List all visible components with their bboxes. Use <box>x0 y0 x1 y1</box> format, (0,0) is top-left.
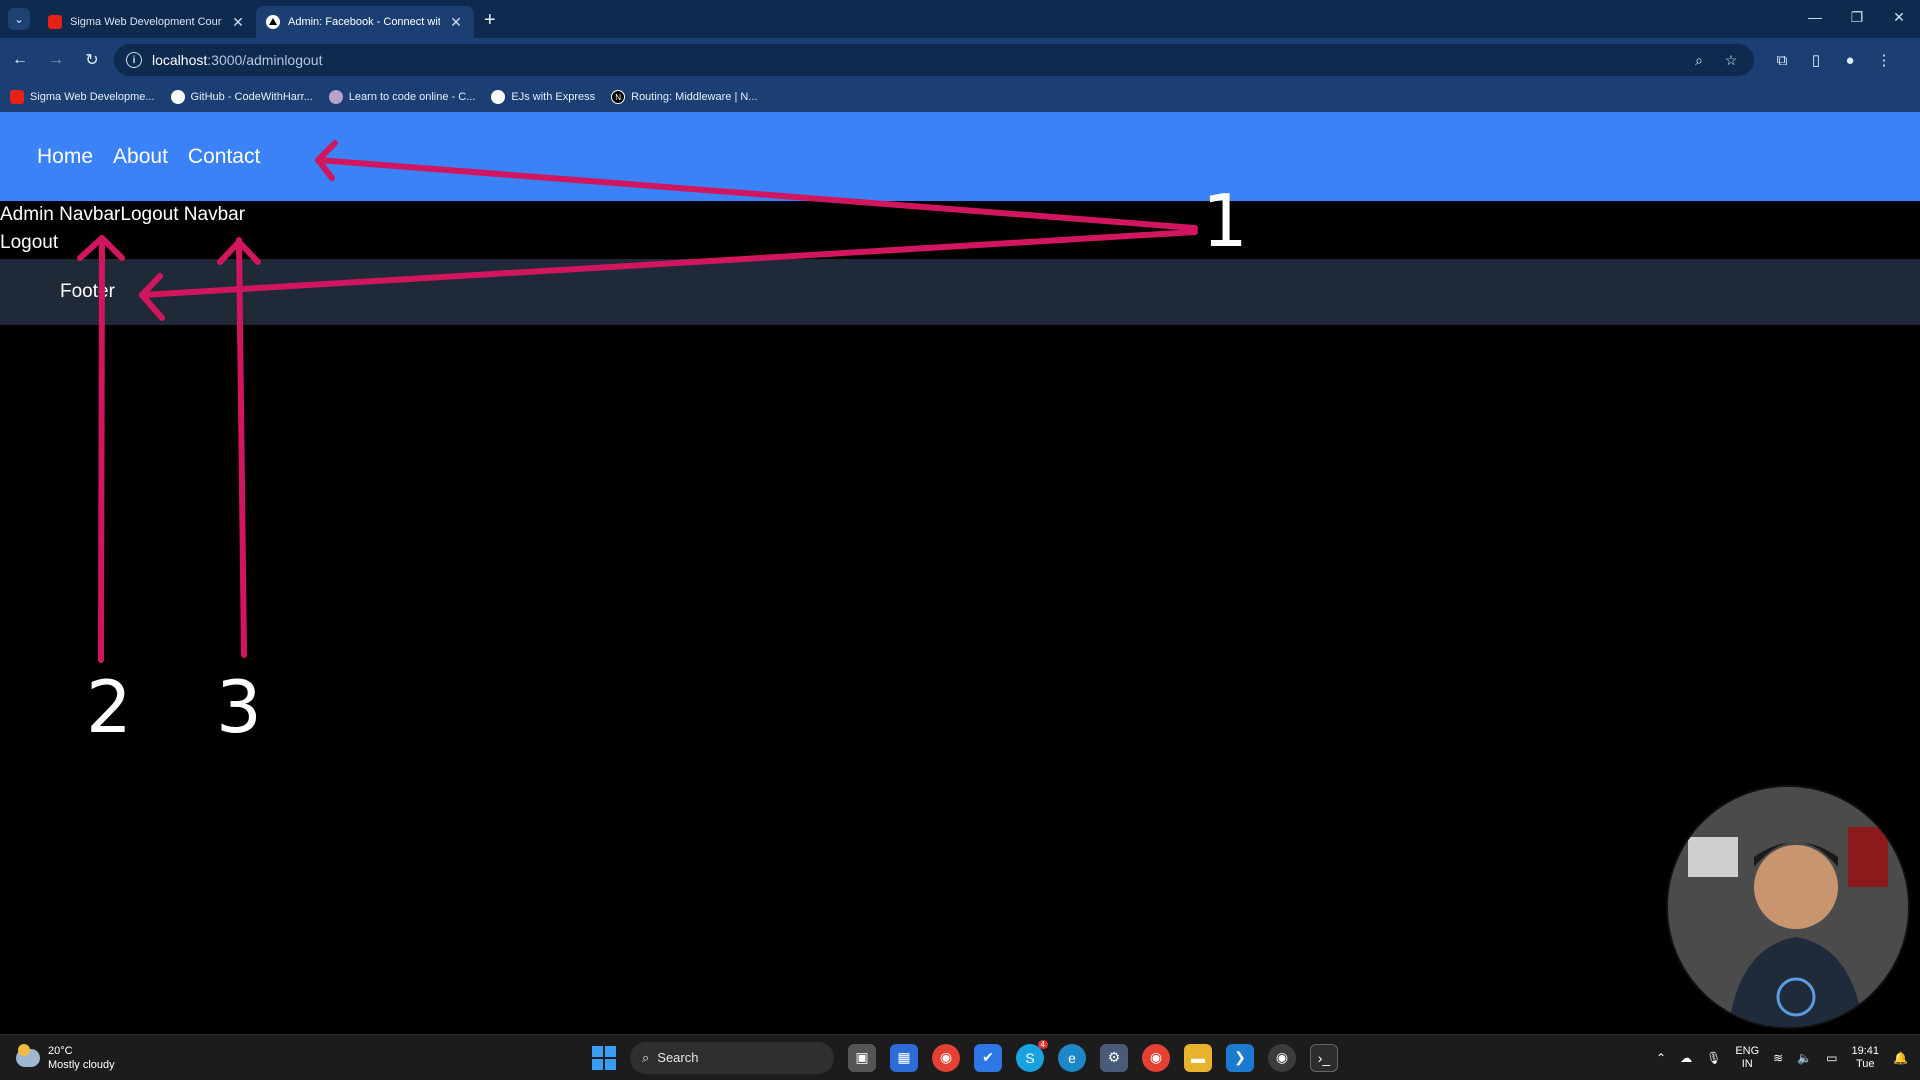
window-controls: — ❐ ✕ <box>1794 0 1920 34</box>
site-info-icon[interactable]: i <box>126 52 142 68</box>
browser-toolbar: ← → ↻ i localhost:3000/adminlogout ⌕ ☆ ⧉… <box>0 38 1920 82</box>
search-icon: ⌕ <box>642 1049 650 1065</box>
url-host: localhost <box>152 52 208 68</box>
weather-widget[interactable]: 20°C Mostly cloudy <box>16 1043 115 1072</box>
close-window-icon[interactable]: ✕ <box>1878 0 1920 34</box>
tab-sigma[interactable]: Sigma Web Development Course - W ✕ <box>38 6 256 38</box>
site-footer: Footer <box>0 259 1920 325</box>
cloudy-weather-icon <box>16 1043 40 1067</box>
taskbar-apps: ⌕ Search ▣ ▦ ◉ ✔ S4 e ⚙ ◉ ▬ ❯ ◉ ›_ <box>592 1039 1338 1074</box>
vscode-icon[interactable]: ❯ <box>1226 1043 1254 1072</box>
tab-search-button[interactable]: ⌄ <box>8 8 30 30</box>
url-path: :3000/adminlogout <box>207 52 323 68</box>
minimize-icon[interactable]: — <box>1794 0 1836 34</box>
freecodecamp-icon <box>328 90 343 104</box>
clock-day: Tue <box>1856 1057 1875 1070</box>
skype-badge: 4 <box>1037 1039 1048 1049</box>
tab-strip: ⌄ Sigma Web Development Course - W ✕ Adm… <box>0 0 1920 38</box>
bookmark-label: Sigma Web Developme... <box>30 91 155 103</box>
side-panel-icon[interactable]: ▯ <box>1802 46 1830 74</box>
bookmark-item[interactable]: EJs with Express <box>491 90 595 104</box>
mic-icon[interactable]: 🎙 <box>1706 1051 1721 1065</box>
bookmark-label: Learn to code online - C... <box>348 91 476 103</box>
clock[interactable]: 19:41 Tue <box>1852 1045 1880 1071</box>
restore-icon[interactable]: ❐ <box>1836 0 1878 34</box>
webcam-overlay <box>1666 785 1910 1029</box>
presenter-image <box>1668 787 1908 1027</box>
settings-icon[interactable]: ⚙ <box>1100 1043 1128 1072</box>
wifi-icon[interactable]: ≋ <box>1773 1051 1783 1065</box>
skype-icon[interactable]: S4 <box>1016 1039 1048 1072</box>
new-tab-button[interactable]: + <box>484 9 496 32</box>
chrome-profile-icon[interactable]: ◉ <box>1142 1043 1170 1072</box>
task-view-icon[interactable]: ▣ <box>848 1043 876 1072</box>
bookmark-item[interactable]: Sigma Web Developme... <box>10 90 155 104</box>
tab-title: Sigma Web Development Course - W <box>70 16 222 28</box>
taskbar-search[interactable]: ⌕ Search <box>630 1041 834 1074</box>
partials-output: Admin NavbarLogout Navbar Logout <box>0 201 1920 257</box>
page-viewport: Home About Contact Admin NavbarLogout Na… <box>0 112 1920 1034</box>
terminal-icon[interactable]: ›_ <box>1310 1043 1338 1072</box>
n-icon: N <box>611 90 626 104</box>
language-indicator[interactable]: ENG IN <box>1735 1045 1759 1071</box>
bookmark-label: Routing: Middleware | N... <box>631 91 758 103</box>
triangle-icon <box>266 15 280 29</box>
extensions-icon[interactable]: ⧉ <box>1768 46 1796 74</box>
zoom-icon[interactable]: ⌕ <box>1688 52 1710 69</box>
forward-icon[interactable]: → <box>40 44 72 76</box>
back-icon[interactable]: ← <box>4 44 36 76</box>
todo-icon[interactable]: ✔ <box>974 1043 1002 1072</box>
youtube-icon <box>48 15 62 29</box>
close-icon[interactable]: ✕ <box>448 14 464 31</box>
chevron-up-icon[interactable]: ⌃ <box>1656 1051 1666 1065</box>
site-navbar: Home About Contact <box>0 112 1920 201</box>
youtube-icon <box>10 90 24 104</box>
bookmark-star-icon[interactable]: ☆ <box>1720 52 1742 69</box>
battery-icon[interactable]: ▭ <box>1826 1051 1837 1065</box>
lang-code: ENG <box>1735 1044 1760 1057</box>
profile-icon[interactable]: ● <box>1836 46 1864 74</box>
volume-icon[interactable]: 🔈 <box>1797 1051 1812 1065</box>
bookmark-item[interactable]: N Routing: Middleware | N... <box>611 90 757 104</box>
menu-icon[interactable]: ⋮ <box>1870 46 1898 74</box>
windows-start-icon[interactable] <box>592 1045 616 1070</box>
close-icon[interactable]: ✕ <box>230 14 246 31</box>
nav-link-about[interactable]: About <box>113 145 168 169</box>
notification-bell-icon[interactable]: 🔔 <box>1893 1051 1908 1065</box>
tab-admin[interactable]: Admin: Facebook - Connect with frie ✕ <box>256 6 474 38</box>
calendar-icon[interactable]: ▦ <box>890 1043 918 1072</box>
bookmark-item[interactable]: GitHub - CodeWithHarr... <box>170 90 313 104</box>
bookmark-item[interactable]: Learn to code online - C... <box>328 90 476 104</box>
bookmarks-bar: Sigma Web Developme... GitHub - CodeWith… <box>0 82 1920 112</box>
search-label: Search <box>657 1050 699 1065</box>
clock-time: 19:41 <box>1851 1044 1880 1057</box>
chrome-icon[interactable]: ◉ <box>932 1043 960 1072</box>
file-explorer-icon[interactable]: ▬ <box>1184 1043 1212 1072</box>
tab-title: Admin: Facebook - Connect with frie <box>288 16 440 28</box>
github-icon <box>491 90 506 104</box>
system-tray: ⌃ ☁ 🎙 ENG IN ≋ 🔈 ▭ 19:41 Tue 🔔 <box>1656 1045 1908 1071</box>
footer-text: Footer <box>60 281 115 302</box>
edge-icon[interactable]: e <box>1058 1043 1086 1072</box>
address-bar[interactable]: i localhost:3000/adminlogout ⌕ ☆ <box>114 44 1754 76</box>
nav-link-home[interactable]: Home <box>37 145 93 169</box>
lang-region: IN <box>1741 1057 1753 1070</box>
bookmark-label: GitHub - CodeWithHarr... <box>190 91 313 103</box>
cloud-icon[interactable]: ☁ <box>1680 1051 1692 1065</box>
nav-link-contact[interactable]: Contact <box>188 145 260 169</box>
weather-temp: 20°C <box>48 1044 73 1057</box>
partial-text-line1: Admin NavbarLogout Navbar <box>0 204 246 225</box>
weather-desc: Mostly cloudy <box>48 1058 115 1071</box>
github-icon <box>170 90 185 104</box>
chrome-active-icon[interactable]: ◉ <box>1268 1043 1296 1072</box>
url-text[interactable]: localhost:3000/adminlogout <box>152 52 1678 68</box>
partial-text-line2: Logout <box>0 232 59 253</box>
bookmark-label: EJs with Express <box>511 91 596 103</box>
taskbar: 20°C Mostly cloudy ⌕ Search ▣ ▦ ◉ ✔ S4 e … <box>0 1034 1920 1080</box>
reload-icon[interactable]: ↻ <box>76 44 108 76</box>
